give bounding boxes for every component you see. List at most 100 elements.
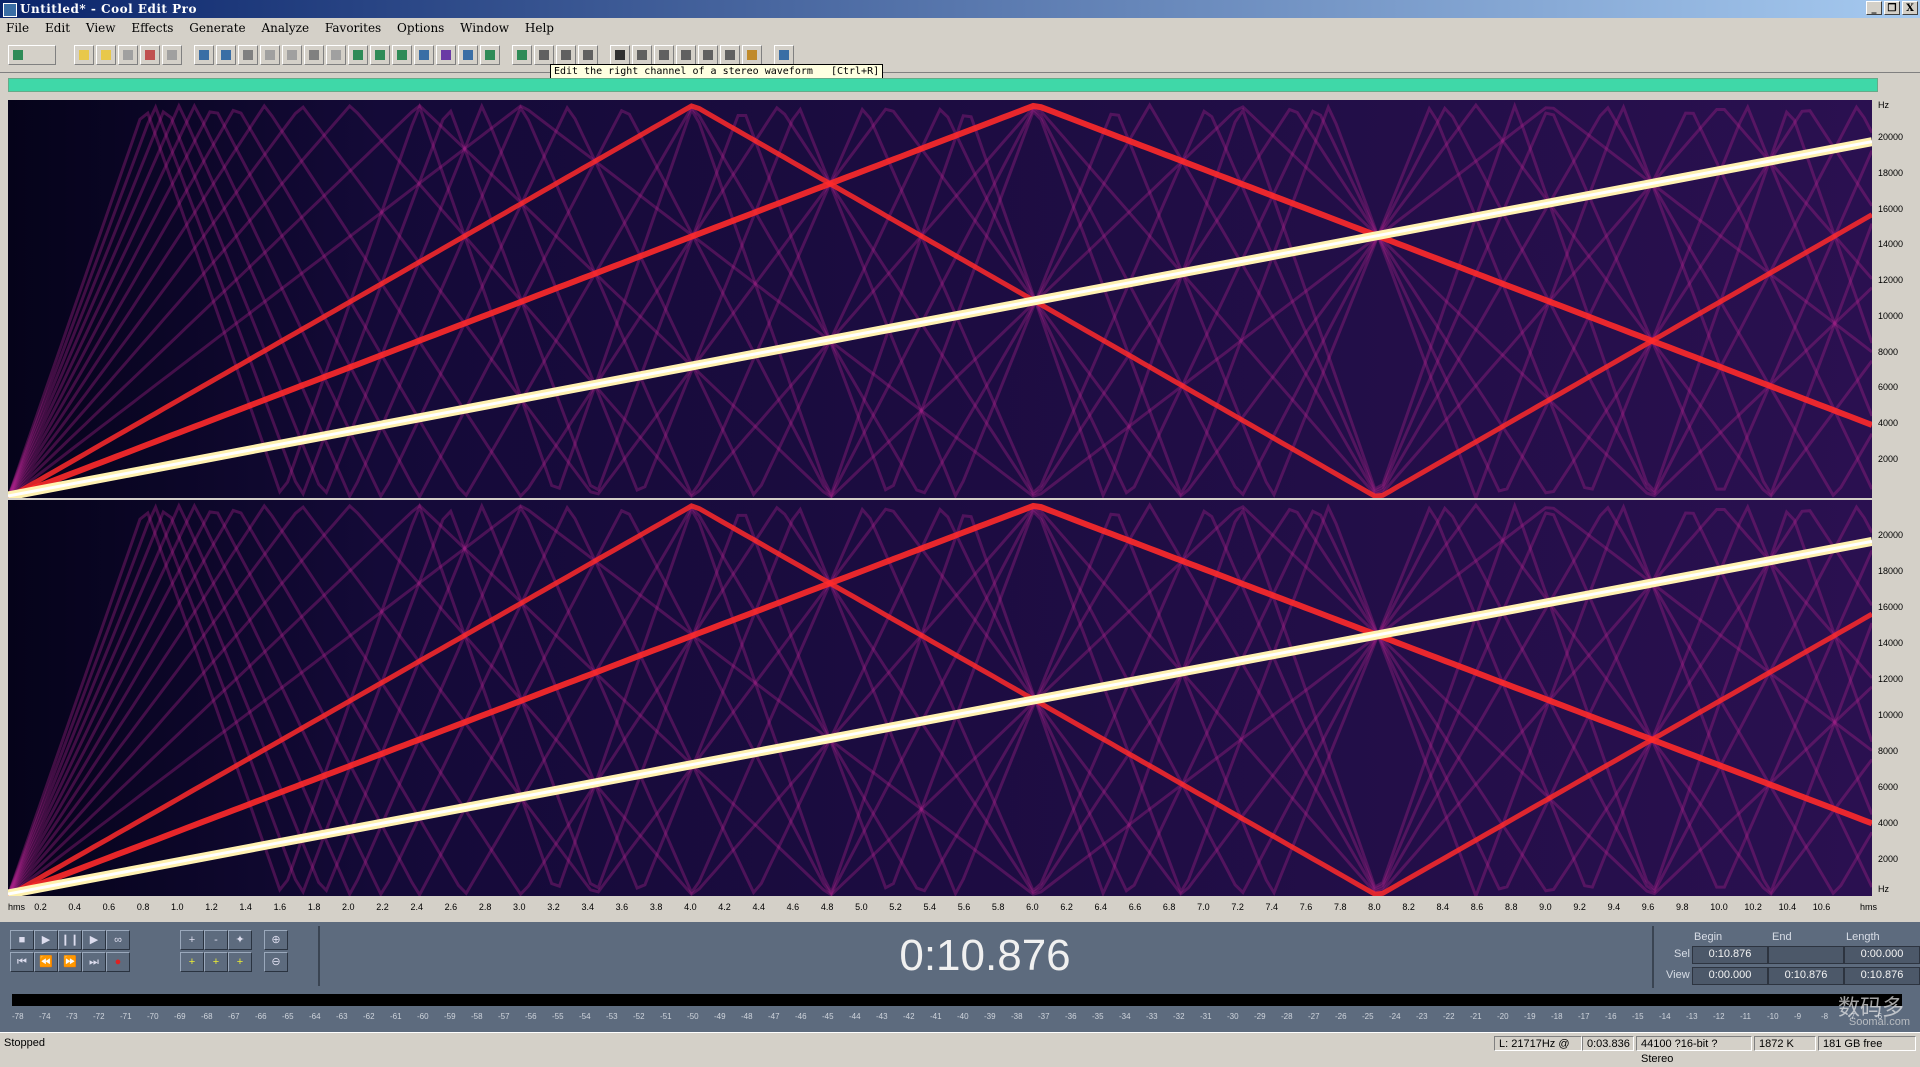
menu-generate[interactable]: Generate	[183, 18, 251, 35]
level-tick: -8	[1821, 1012, 1829, 1021]
toolbar-button-14[interactable]	[348, 45, 368, 65]
toolbar-button-15[interactable]	[370, 45, 390, 65]
toolbar-button-9[interactable]	[238, 45, 258, 65]
level-tick: -45	[822, 1012, 834, 1021]
toolbar-button-10[interactable]	[260, 45, 280, 65]
time-ruler[interactable]: hms hms 0.2 0.4 0.6 0.8 1.0 1.2 1.4 1.6 1.8 2.0 2.…	[8, 898, 1877, 916]
toolbar-button-5[interactable]	[140, 45, 160, 65]
sel-length-field[interactable]: 0:00.000	[1844, 946, 1920, 964]
overview-bar[interactable]	[8, 78, 1878, 92]
toolbar-button-32[interactable]	[774, 45, 794, 65]
stop-button[interactable]: ■	[10, 930, 34, 950]
zoom-out-vertical-button[interactable]: ⊖	[264, 952, 288, 972]
level-tick: -41	[930, 1012, 942, 1021]
play-to-end-button[interactable]: ▶	[82, 930, 106, 950]
toolbar-button-23[interactable]	[556, 45, 576, 65]
toolbar-icon	[747, 50, 757, 60]
toolbar-button-22[interactable]	[534, 45, 554, 65]
status-bar: Stopped L: 21717Hz @ 0:03.836 44100 ?16-…	[0, 1032, 1920, 1065]
toolbar-icon	[375, 50, 385, 60]
view-begin-field[interactable]: 0:00.000	[1692, 967, 1768, 985]
zoom-to-left-button[interactable]: +	[180, 952, 204, 972]
toolbar-button-30[interactable]	[720, 45, 740, 65]
menu-effects[interactable]: Effects	[125, 18, 179, 35]
freq-tick: 6000	[1878, 382, 1899, 392]
toolbar-button-12[interactable]	[304, 45, 324, 65]
zoom-to-right-button[interactable]: +	[204, 952, 228, 972]
menu-file[interactable]: File	[0, 18, 35, 35]
zoom-full-button[interactable]: ✦	[228, 930, 252, 950]
restore-button[interactable]: ❐	[1884, 1, 1900, 15]
toolbar-button-27[interactable]	[654, 45, 674, 65]
level-tick: -74	[39, 1012, 51, 1021]
toolbar-button-19[interactable]	[458, 45, 478, 65]
level-tick: -14	[1659, 1012, 1671, 1021]
menu-options[interactable]: Options	[391, 18, 450, 35]
view-end-field[interactable]: 0:10.876	[1768, 967, 1844, 985]
rewind-button[interactable]: ⏪	[34, 952, 58, 972]
sel-end-field[interactable]	[1768, 946, 1844, 964]
toolbar-button-25[interactable]	[610, 45, 630, 65]
toolbar-button-21[interactable]	[512, 45, 532, 65]
menu-window[interactable]: Window	[454, 18, 515, 35]
toolbar-button-6[interactable]	[162, 45, 182, 65]
play-button[interactable]: ▶	[34, 930, 58, 950]
toolbar-button-17[interactable]	[414, 45, 434, 65]
time-tick: 8.0	[1368, 902, 1381, 912]
level-tick: -52	[633, 1012, 645, 1021]
toolbar-icon	[517, 50, 527, 60]
time-tick: 6.0	[1026, 902, 1039, 912]
toolbar-button-24[interactable]	[578, 45, 598, 65]
pause-button[interactable]: ❙❙	[58, 930, 82, 950]
toolbar-button-13[interactable]	[326, 45, 346, 65]
menu-view[interactable]: View	[80, 18, 122, 35]
level-tick: -37	[1038, 1012, 1050, 1021]
toolbar-button-2[interactable]	[74, 45, 94, 65]
go-to-start-button[interactable]: ⏮	[10, 952, 34, 972]
toolbar-button-20[interactable]	[480, 45, 500, 65]
freq-tick: 12000	[1878, 674, 1904, 684]
freq-tick: 2000	[1878, 454, 1899, 464]
toolbar-button-3[interactable]	[96, 45, 116, 65]
toolbar-icon	[485, 50, 495, 60]
record-button[interactable]: ●	[106, 952, 130, 972]
level-tick: -60	[417, 1012, 429, 1021]
menu-edit[interactable]: Edit	[39, 18, 76, 35]
toolbar-button-8[interactable]	[216, 45, 236, 65]
fast-forward-button[interactable]: ⏩	[58, 952, 82, 972]
view-length-field[interactable]: 0:10.876	[1844, 967, 1920, 985]
toolbar-button-7[interactable]	[194, 45, 214, 65]
level-tick: -73	[66, 1012, 78, 1021]
frequency-ruler-left: Hz 20000 18000 16000 14000 12000 10000 8…	[1874, 96, 1920, 498]
toolbar-button-1[interactable]	[8, 45, 56, 65]
spectrogram-right-channel[interactable]	[8, 500, 1872, 896]
window-title: Untitled* - Cool Edit Pro	[20, 2, 197, 16]
toolbar-button-18[interactable]	[436, 45, 456, 65]
loop-button[interactable]: ∞	[106, 930, 130, 950]
zoom-in-vertical-button[interactable]: ⊕	[264, 930, 288, 950]
menu-help[interactable]: Help	[519, 18, 560, 35]
level-tick: -26	[1335, 1012, 1347, 1021]
menu-favorites[interactable]: Favorites	[319, 18, 387, 35]
sel-begin-field[interactable]: 0:10.876	[1692, 946, 1768, 964]
go-to-end-button[interactable]: ⏭	[82, 952, 106, 972]
status-free-space: 181 GB free	[1818, 1036, 1916, 1051]
toolbar-button-26[interactable]	[632, 45, 652, 65]
toolbar-button-4[interactable]	[118, 45, 138, 65]
toolbar-button-16[interactable]	[392, 45, 412, 65]
menu-analyze[interactable]: Analyze	[255, 18, 315, 35]
zoom-out-horizontal-button[interactable]: -	[204, 930, 228, 950]
minimize-button[interactable]: _	[1866, 1, 1882, 15]
time-tick: 7.2	[1231, 902, 1244, 912]
level-tick: -21	[1470, 1012, 1482, 1021]
close-button[interactable]: X	[1902, 1, 1918, 15]
level-tick: -33	[1146, 1012, 1158, 1021]
level-tick: -29	[1254, 1012, 1266, 1021]
spectrogram-left-channel[interactable]	[8, 100, 1872, 498]
toolbar-button-28[interactable]	[676, 45, 696, 65]
zoom-in-horizontal-button[interactable]: +	[180, 930, 204, 950]
zoom-selection-button[interactable]: +	[228, 952, 252, 972]
toolbar-button-11[interactable]	[282, 45, 302, 65]
toolbar-button-31[interactable]	[742, 45, 762, 65]
toolbar-button-29[interactable]	[698, 45, 718, 65]
